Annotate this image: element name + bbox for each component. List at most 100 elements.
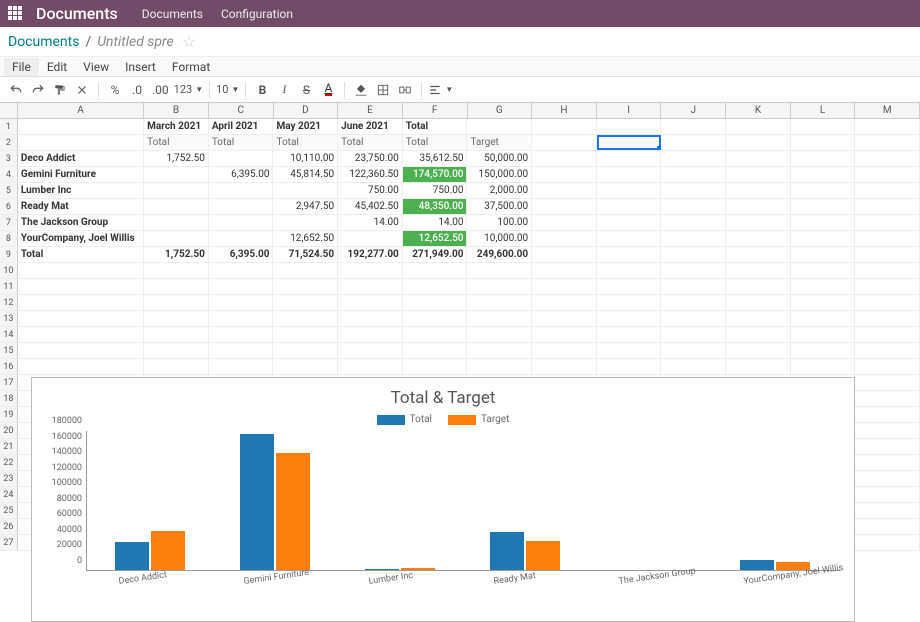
cell[interactable] (726, 247, 791, 262)
merge-cells-icon[interactable] (395, 80, 415, 100)
cell[interactable] (855, 247, 920, 262)
cell[interactable] (726, 295, 791, 310)
cell[interactable] (209, 327, 274, 342)
cell[interactable]: 35,612.50 (403, 151, 468, 166)
col-header[interactable]: B (144, 103, 209, 118)
cell[interactable] (144, 311, 209, 326)
cell[interactable] (467, 119, 532, 134)
borders-icon[interactable] (373, 80, 393, 100)
cell[interactable] (597, 279, 662, 294)
cell[interactable] (144, 343, 209, 358)
cell[interactable]: 45,402.50 (338, 199, 403, 214)
cell[interactable] (273, 279, 338, 294)
cell[interactable] (726, 263, 791, 278)
cell[interactable] (597, 327, 662, 342)
cell[interactable] (209, 199, 274, 214)
cell[interactable] (661, 183, 726, 198)
chart[interactable]: Total & Target Total Target 020000400006… (31, 377, 855, 622)
row-header[interactable]: 16 (0, 359, 18, 374)
cell[interactable] (791, 279, 856, 294)
cell[interactable] (791, 199, 856, 214)
strikethrough-icon[interactable]: S (296, 80, 316, 100)
cell[interactable] (855, 135, 920, 150)
row-header[interactable]: 23 (0, 471, 18, 486)
cell[interactable] (209, 279, 274, 294)
row-header[interactable]: 5 (0, 183, 18, 198)
font-size-selector[interactable]: 10▼ (216, 83, 239, 96)
cell[interactable] (338, 263, 403, 278)
cell[interactable] (273, 263, 338, 278)
cell[interactable] (726, 231, 791, 246)
cell[interactable] (403, 327, 468, 342)
cell[interactable]: 192,277.00 (338, 247, 403, 262)
cell[interactable]: Total (18, 247, 144, 262)
decimal-increase-icon[interactable]: .00 (149, 80, 172, 100)
cell[interactable] (661, 199, 726, 214)
cell[interactable]: 2,000.00 (467, 183, 532, 198)
decimal-decrease-icon[interactable]: .0 (127, 80, 147, 100)
percent-icon[interactable]: % (105, 80, 125, 100)
cell[interactable] (273, 359, 338, 374)
cell[interactable] (855, 199, 920, 214)
cell[interactable] (338, 311, 403, 326)
cell[interactable] (855, 423, 920, 438)
cell[interactable] (273, 183, 338, 198)
cell[interactable] (18, 359, 144, 374)
row-header[interactable]: 17 (0, 375, 18, 390)
cell[interactable]: Lumber Inc (18, 183, 144, 198)
cell[interactable] (532, 167, 597, 182)
cell[interactable] (661, 263, 726, 278)
cell[interactable] (855, 167, 920, 182)
cell[interactable] (791, 167, 856, 182)
cell[interactable] (18, 135, 144, 150)
cell[interactable]: Total (273, 135, 338, 150)
cell[interactable] (273, 215, 338, 230)
cell[interactable]: 23,750.00 (338, 151, 403, 166)
cell[interactable] (791, 311, 856, 326)
menu-file[interactable]: File (4, 58, 39, 76)
cell[interactable]: Total (209, 135, 274, 150)
cell[interactable] (855, 471, 920, 486)
cell[interactable]: 12,652.50 (403, 231, 468, 246)
cell[interactable] (532, 295, 597, 310)
cell[interactable] (726, 183, 791, 198)
cell[interactable] (661, 151, 726, 166)
cell[interactable]: 122,360.50 (338, 167, 403, 182)
cell[interactable] (726, 343, 791, 358)
menu-format[interactable]: Format (164, 58, 218, 76)
row-header[interactable]: 20 (0, 423, 18, 438)
cell[interactable] (661, 279, 726, 294)
cell[interactable] (144, 263, 209, 278)
col-header[interactable]: K (726, 103, 791, 118)
cell[interactable] (532, 263, 597, 278)
cell[interactable] (597, 295, 662, 310)
cell[interactable] (661, 231, 726, 246)
active-cell[interactable] (597, 135, 662, 150)
cell[interactable] (532, 151, 597, 166)
cell[interactable] (144, 167, 209, 182)
cell[interactable] (791, 295, 856, 310)
cell[interactable]: Ready Mat (18, 199, 144, 214)
cell[interactable]: 2,947.50 (273, 199, 338, 214)
cell[interactable]: Target (467, 135, 532, 150)
cell[interactable] (209, 183, 274, 198)
cell[interactable] (791, 327, 856, 342)
apps-icon[interactable] (8, 6, 24, 22)
nav-configuration[interactable]: Configuration (221, 7, 293, 21)
cell[interactable]: April 2021 (209, 119, 274, 134)
cell[interactable] (791, 119, 856, 134)
cell[interactable] (661, 135, 726, 150)
cell[interactable]: 750.00 (338, 183, 403, 198)
cell[interactable] (467, 263, 532, 278)
cell[interactable]: 1,752.50 (144, 151, 209, 166)
cell[interactable] (791, 183, 856, 198)
cell[interactable] (209, 295, 274, 310)
cell[interactable] (726, 311, 791, 326)
align-selector[interactable]: ▼ (428, 83, 453, 97)
cell[interactable]: 10,110.00 (273, 151, 338, 166)
cell[interactable]: 174,570.00 (403, 167, 468, 182)
cell[interactable]: 50,000.00 (467, 151, 532, 166)
cell[interactable]: Total (144, 135, 209, 150)
cell[interactable]: 71,524.50 (273, 247, 338, 262)
row-header[interactable]: 19 (0, 407, 18, 422)
